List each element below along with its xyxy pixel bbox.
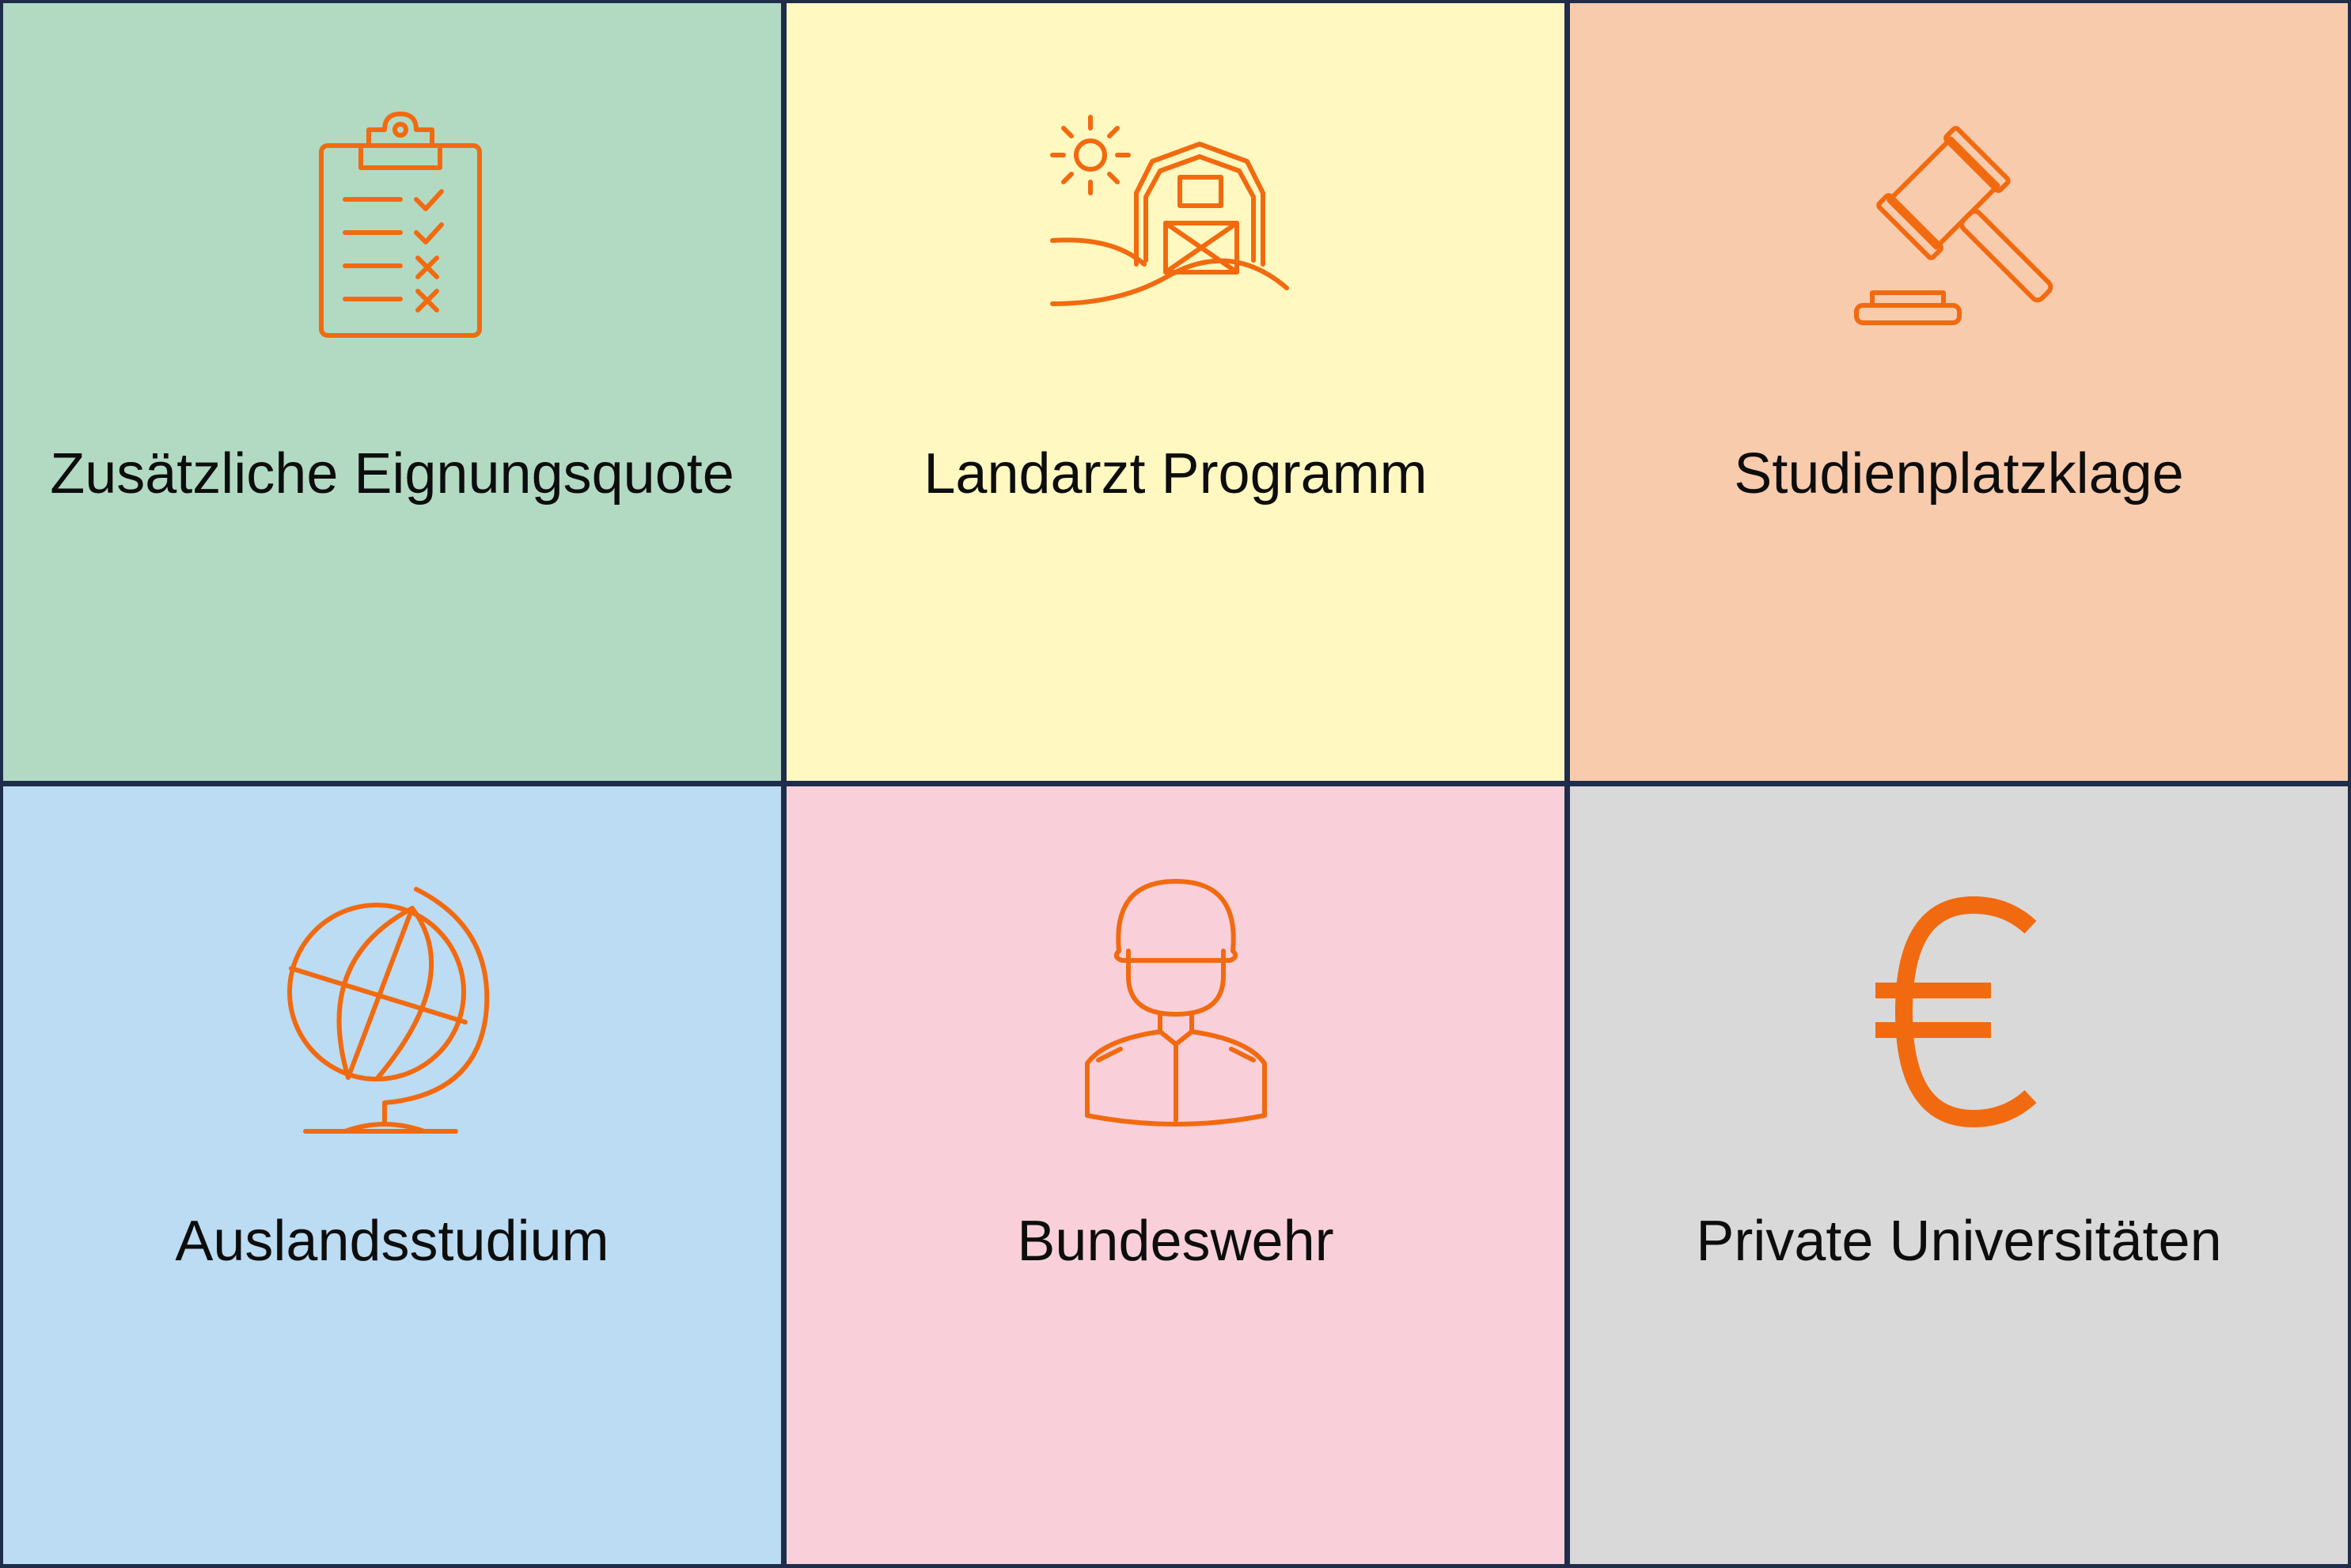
options-grid: Zusätzliche Eignungsquote Landarzt Progr… <box>0 0 2351 1568</box>
gavel-icon <box>1570 106 2348 343</box>
tile-label: Zusätzliche Eignungsquote <box>50 442 734 506</box>
tile-label: Studienplatzklage <box>1734 442 2184 506</box>
tile-auslandsstudium: Auslandsstudium <box>3 786 781 1564</box>
euro-icon <box>1570 896 2348 1134</box>
soldier-icon <box>787 879 1564 1127</box>
tile-label: Auslandsstudium <box>175 1210 609 1273</box>
tile-label: Private Universitäten <box>1696 1210 2222 1273</box>
tile-label: Landarzt Programm <box>923 442 1428 506</box>
tile-eignungsquote: Zusätzliche Eignungsquote <box>3 3 781 781</box>
farm-barn-icon <box>787 106 1564 343</box>
tile-private-universitaeten: Private Universitäten <box>1570 786 2348 1564</box>
tile-landarzt: Landarzt Programm <box>787 3 1564 781</box>
clipboard-checklist-icon <box>3 106 781 343</box>
globe-icon <box>3 887 781 1134</box>
tile-label: Bundeswehr <box>1017 1210 1334 1273</box>
tile-bundeswehr: Bundeswehr <box>787 786 1564 1564</box>
tile-studienplatzklage: Studienplatzklage <box>1570 3 2348 781</box>
